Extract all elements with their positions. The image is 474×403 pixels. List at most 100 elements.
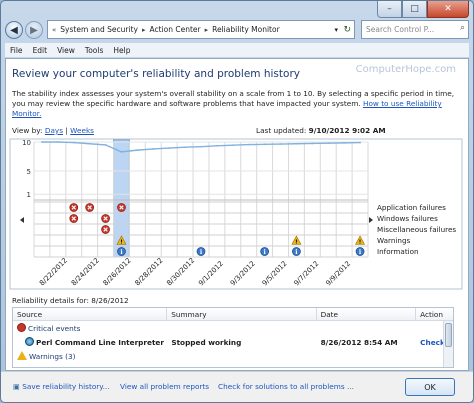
address-dropdown-icon[interactable]: ▾: [334, 26, 338, 34]
row-summary: Stopped working: [171, 337, 242, 347]
details-label: Reliability details for: 8/26/2012: [12, 296, 129, 305]
row-date: 8/26/2012 8:54 AM: [320, 337, 398, 347]
y-tick-label: 10: [22, 139, 31, 147]
close-button[interactable]: ✕: [427, 1, 469, 18]
stability-point: [343, 141, 346, 144]
stability-point: [359, 141, 361, 144]
last-updated-value: 9/10/2012 9:02 AM: [308, 126, 386, 135]
stability-point: [200, 145, 202, 148]
group-warnings[interactable]: Warnings (3): [13, 349, 453, 363]
warning-exclamation: !: [120, 240, 123, 246]
forward-arrow-icon[interactable]: ▶: [25, 21, 43, 39]
group-critical-events[interactable]: Critical events: [13, 321, 453, 335]
critical-error-icon: [17, 323, 26, 332]
address-bar[interactable]: « System and Security ▸ Action Center ▸ …: [47, 20, 355, 39]
refresh-icon[interactable]: ↻: [343, 25, 351, 35]
breadcrumb-action-center[interactable]: Action Center: [149, 25, 200, 34]
save-history-link[interactable]: ▣ Save reliability history...: [13, 382, 110, 391]
scrollbar-thumb[interactable]: [445, 323, 452, 347]
column-action[interactable]: Action: [416, 308, 453, 320]
warning-icon: [17, 351, 27, 360]
breadcrumb-system-security[interactable]: System and Security: [60, 25, 138, 34]
row-label: Windows failures: [377, 214, 438, 223]
last-updated: Last updated: 9/10/2012 9:02 AM: [256, 126, 386, 135]
breadcrumb-separator-icon[interactable]: ▸: [205, 26, 209, 34]
breadcrumb-reliability-monitor[interactable]: Reliability Monitor: [212, 25, 280, 34]
row-source: Perl Command Line Interpreter: [13, 337, 167, 347]
minimize-button[interactable]: –: [377, 1, 402, 18]
address-overflow-icon[interactable]: «: [52, 26, 56, 34]
view-all-reports-link[interactable]: View all problem reports: [120, 382, 209, 391]
menu-file[interactable]: File: [5, 46, 28, 55]
stability-point: [120, 150, 123, 153]
stability-point: [168, 147, 171, 149]
navigation-bar: ◀ ▶ « System and Security ▸ Action Cente…: [5, 19, 469, 41]
details-table: Source Summary Date Action Critical even…: [12, 307, 454, 368]
table-header: Source Summary Date Action: [13, 308, 453, 321]
column-summary[interactable]: Summary: [167, 308, 317, 320]
stability-point: [263, 143, 266, 146]
footer-bar: ▣ Save reliability history... View all p…: [1, 371, 473, 402]
stability-point: [216, 144, 218, 147]
stability-point: [56, 141, 59, 143]
reliability-chart[interactable]: 10 5 1 Application failures Windows failures…: [6, 136, 470, 293]
column-source[interactable]: Source: [13, 308, 168, 320]
stability-point: [327, 142, 330, 145]
row-label: Miscellaneous failures: [377, 225, 456, 234]
stability-point: [88, 142, 91, 145]
y-tick-label: 5: [27, 168, 31, 176]
row-label: Application failures: [377, 203, 446, 212]
menu-view[interactable]: View: [52, 46, 80, 55]
stability-point: [295, 142, 298, 145]
page-title: Review your computer's reliability and p…: [12, 68, 300, 80]
view-by-label: View by:: [12, 126, 43, 135]
menu-tools[interactable]: Tools: [80, 46, 108, 55]
perl-app-icon: [25, 337, 34, 346]
details-scrollbar[interactable]: [443, 321, 453, 367]
ok-button[interactable]: OK: [405, 378, 455, 396]
search-placeholder: Search Control P...: [366, 25, 435, 34]
window-controls: – □ ✕: [377, 1, 469, 18]
stability-point: [72, 141, 75, 144]
save-history-text: Save reliability history...: [22, 382, 110, 391]
main-content: Review your computer's reliability and p…: [5, 58, 469, 371]
last-updated-label: Last updated:: [256, 126, 307, 135]
check-solutions-link[interactable]: Check for solutions to all problems ...: [218, 382, 354, 391]
search-input[interactable]: Search Control P... ⌕: [361, 20, 469, 39]
page-description: The stability index assesses your system…: [12, 89, 457, 119]
warning-exclamation: !: [295, 240, 298, 246]
warnings-group-label: Warnings (3): [13, 351, 75, 361]
view-days-link[interactable]: Days: [45, 126, 63, 135]
stability-point: [231, 144, 234, 147]
stability-point: [152, 148, 155, 150]
save-icon: ▣: [13, 382, 20, 391]
row-label: Information: [377, 247, 419, 256]
row-source-text: Perl Command Line Interpreter: [36, 338, 164, 347]
stability-point: [279, 143, 282, 145]
critical-group-label: Critical events: [13, 323, 80, 333]
menu-edit[interactable]: Edit: [28, 46, 53, 55]
column-date[interactable]: Date: [317, 308, 417, 320]
stability-point: [247, 143, 250, 146]
stability-point: [311, 142, 314, 145]
menu-bar: File Edit View Tools Help: [5, 43, 469, 57]
critical-events-text: Critical events: [28, 324, 81, 333]
view-weeks-link[interactable]: Weeks: [70, 126, 94, 135]
search-icon[interactable]: ⌕: [460, 23, 465, 33]
stability-point: [41, 141, 43, 143]
stability-point: [136, 149, 139, 152]
menu-help[interactable]: Help: [108, 46, 135, 55]
back-arrow-icon[interactable]: ◀: [5, 21, 23, 39]
row-label: Warnings: [377, 236, 411, 245]
view-by-controls: View by: Days | Weeks: [12, 126, 94, 135]
maximize-button[interactable]: □: [402, 1, 427, 18]
warnings-text: Warnings (3): [29, 352, 76, 361]
stability-point: [184, 146, 186, 149]
breadcrumb-separator-icon[interactable]: ▸: [142, 26, 146, 34]
watermark-text: ComputerHope.com: [355, 64, 456, 75]
y-tick-label: 1: [27, 191, 31, 199]
table-row[interactable]: Perl Command Line Interpreter Stopped wo…: [13, 335, 453, 349]
warning-exclamation: !: [359, 240, 362, 246]
stability-point: [104, 144, 107, 146]
reliability-monitor-window: – □ ✕ ◀ ▶ « System and Security ▸ Action…: [0, 0, 474, 403]
